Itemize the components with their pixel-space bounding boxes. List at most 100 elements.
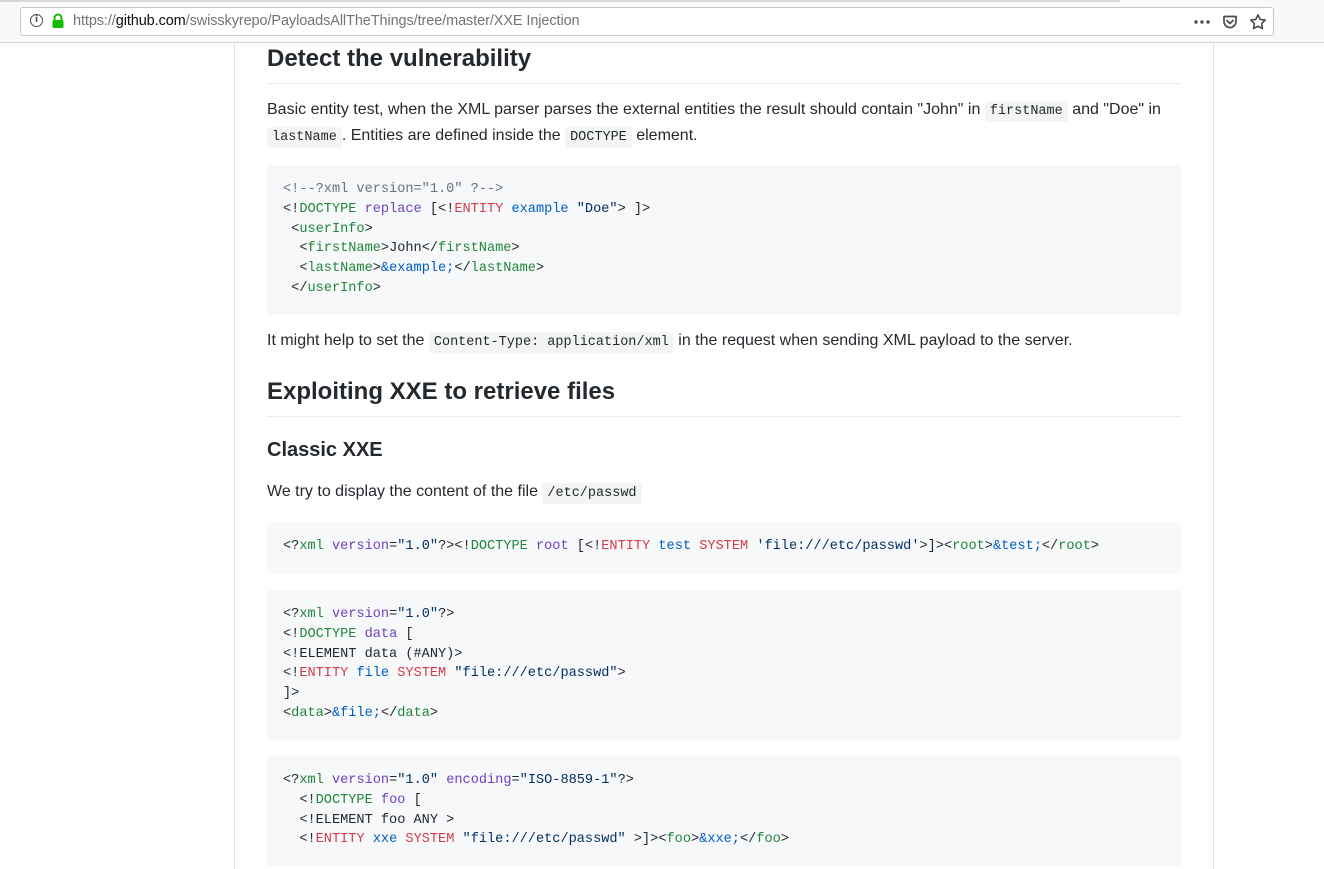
code-token: <?: [283, 607, 300, 622]
code-token: <?: [283, 773, 300, 788]
code-token: <: [283, 261, 308, 277]
code-token: foo: [380, 792, 406, 808]
code-token: DOCTYPE: [470, 539, 528, 554]
code-token: root: [1058, 539, 1091, 554]
code-token: foo: [756, 832, 781, 848]
code-token: lastName: [470, 261, 536, 277]
paragraph-content-type-tip: It might help to set the Content-Type: a…: [267, 329, 1181, 355]
code-token: </: [283, 280, 308, 296]
inline-code-lastname: lastName: [267, 127, 342, 148]
code-block-classic-xxe-data[interactable]: <?xml version="1.0"?> <!DOCTYPE data [ <…: [267, 590, 1181, 740]
code-token: test: [658, 539, 692, 554]
text: We try to display the content of the fil…: [267, 483, 543, 500]
code-token: "Doe": [576, 201, 618, 217]
code-token: <!: [283, 792, 316, 808]
code-token: replace: [364, 201, 422, 217]
url-host: github.com: [115, 13, 186, 29]
code-token: >: [511, 241, 520, 257]
code-token: firstName: [307, 241, 381, 257]
url-bar[interactable]: i https://github.com/swisskyrepo/Payload…: [20, 7, 1274, 36]
code-token: SYSTEM: [397, 666, 447, 682]
code-token: >John</: [380, 241, 439, 257]
code-token: >: [429, 705, 439, 721]
code-token: "ISO-8859-1": [519, 773, 618, 788]
code-token: foo: [666, 832, 691, 848]
code-token: ENTITY: [315, 832, 365, 848]
code-token: xml: [299, 607, 324, 622]
code-token: version: [331, 607, 390, 622]
code-token: lastName: [307, 261, 373, 277]
code-token: ?>: [438, 607, 455, 622]
code-token: >]><: [625, 832, 667, 848]
code-token: <: [283, 241, 308, 257]
code-token: >: [372, 261, 381, 277]
code-token: DOCTYPE: [299, 626, 357, 642]
pocket-icon[interactable]: [1221, 13, 1239, 31]
bookmark-star-icon[interactable]: [1249, 13, 1267, 31]
code-token: file: [356, 666, 390, 682]
code-token: "1.0": [397, 539, 439, 554]
code-token: encoding: [446, 773, 512, 788]
page-actions-icon[interactable]: [1193, 13, 1211, 31]
code-token: &test;: [992, 539, 1042, 554]
code-token: [: [405, 792, 422, 808]
code-token: <!: [283, 666, 300, 682]
code-token: >: [1090, 539, 1100, 554]
code-block-classic-xxe-oneline[interactable]: <?xml version="1.0"?><!DOCTYPE root [<!E…: [267, 522, 1181, 574]
code-token: ?><!: [438, 539, 471, 554]
url-text[interactable]: https://github.com/swisskyrepo/PayloadsA…: [73, 8, 580, 35]
code-token: >]><: [919, 539, 953, 554]
code-token: <!: [283, 201, 300, 217]
inline-code-etc-passwd: /etc/passwd: [542, 483, 642, 504]
code-token: [<!: [421, 201, 455, 217]
info-icon[interactable]: i: [30, 14, 43, 27]
tab-strip-edge: [0, 0, 1120, 2]
code-token: <!ELEMENT foo ANY >: [283, 812, 455, 828]
code-token: xml: [299, 539, 324, 554]
text: It might help to set the: [267, 332, 429, 349]
code-token: "file:///etc/passwd": [462, 832, 626, 848]
code-token: data: [397, 705, 430, 721]
code-token: root: [952, 539, 985, 554]
code-token: <!: [283, 626, 300, 642]
code-token: ENTITY: [601, 539, 651, 554]
code-block-classic-xxe-foo[interactable]: <?xml version="1.0" encoding="ISO-8859-1…: [267, 756, 1181, 866]
code-token: >: [780, 832, 789, 848]
code-token: >: [690, 832, 700, 848]
code-token: >: [372, 280, 381, 296]
url-path: /swisskyrepo/PayloadsAllTheThings/tree/m…: [185, 13, 580, 29]
lock-icon[interactable]: [51, 13, 65, 29]
code-token: data: [291, 705, 324, 721]
code-token: <?: [283, 539, 300, 554]
code-token: DOCTYPE: [315, 792, 373, 808]
paragraph-display-passwd: We try to display the content of the fil…: [267, 480, 1181, 506]
code-token: >: [364, 221, 373, 237]
code-token: ?>: [617, 773, 634, 788]
paragraph-basic-entity-test: Basic entity test, when the XML parser p…: [267, 98, 1181, 150]
code-token: &xxe;: [699, 832, 740, 848]
code-block-basic-entity[interactable]: <!--?xml version="1.0" ?--> <!DOCTYPE re…: [267, 165, 1181, 315]
code-token: [: [397, 626, 414, 642]
code-token: </: [739, 832, 757, 848]
code-token: ]>: [283, 686, 300, 702]
code-token: "1.0": [397, 773, 439, 788]
code-token: >: [323, 705, 332, 721]
code-token: root: [535, 539, 569, 554]
code-token: ENTITY: [454, 201, 504, 217]
code-token: data: [364, 626, 398, 642]
code-token: userInfo: [299, 221, 365, 237]
code-token: [<!: [568, 539, 602, 554]
inline-code-content-type: Content-Type: application/xml: [428, 332, 674, 353]
code-token: =: [511, 773, 520, 788]
heading-exploiting-xxe: Exploiting XXE to retrieve files: [267, 377, 1181, 417]
page-actions: [1193, 10, 1267, 33]
heading-classic-xxe: Classic XXE: [267, 439, 383, 461]
code-token: "file:///etc/passwd": [454, 666, 618, 682]
